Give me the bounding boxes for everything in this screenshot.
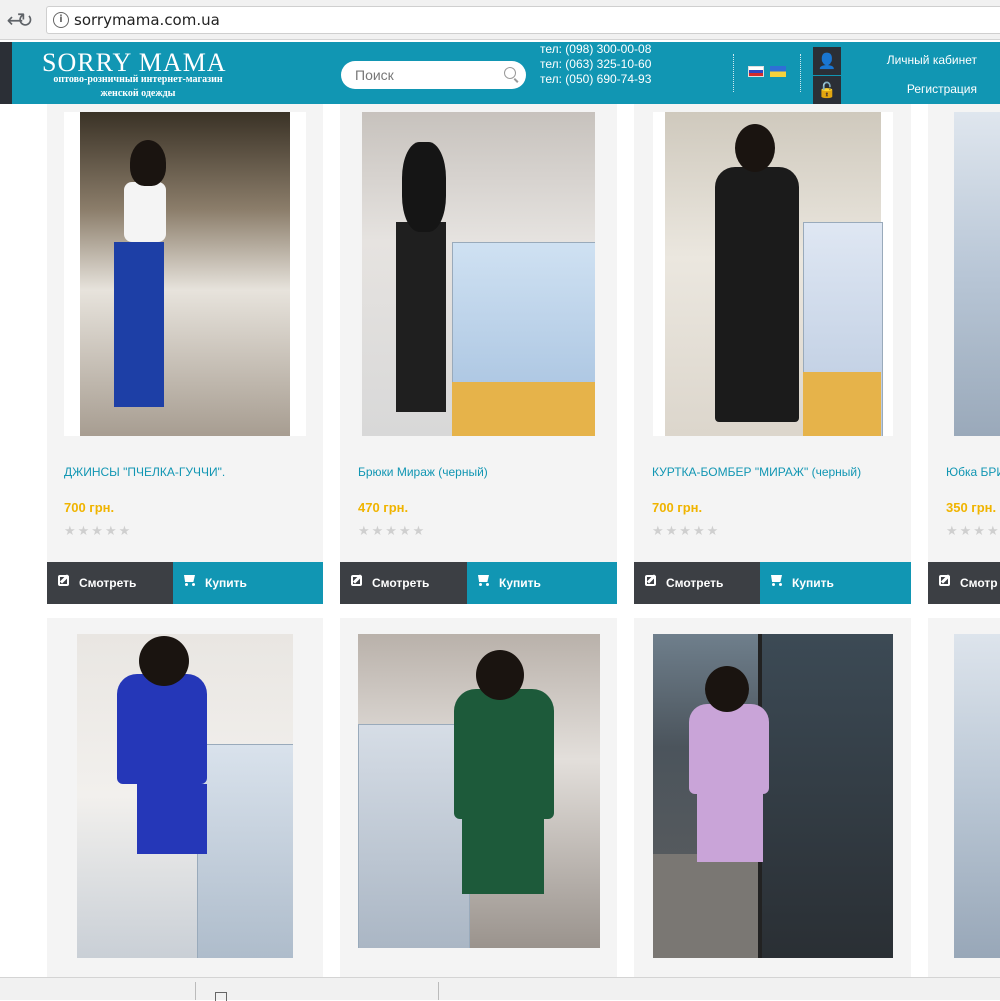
product-card: Брюки Мираж (черный) 470 грн. ★★★★★ Смот… bbox=[340, 104, 617, 604]
lock-icon[interactable]: 🔓 bbox=[813, 76, 841, 104]
product-image[interactable] bbox=[954, 112, 1000, 436]
url-text[interactable]: sorrymama.com.ua bbox=[74, 11, 220, 29]
product-card: Юбка БРИ 350 грн. ★★★★★ Смотр bbox=[928, 104, 1000, 604]
search-box bbox=[341, 61, 526, 89]
browser-download-bar bbox=[0, 977, 1000, 1001]
view-button-label: Смотреть bbox=[666, 576, 724, 590]
buy-button[interactable]: Купить bbox=[467, 562, 617, 604]
product-price: 700 грн. bbox=[64, 500, 115, 515]
edit-icon bbox=[645, 575, 656, 586]
user-icon[interactable]: 👤 bbox=[813, 47, 841, 75]
product-card bbox=[634, 618, 911, 978]
product-card bbox=[340, 618, 617, 978]
phone-2: тел: (063) 325-10-60 bbox=[540, 57, 652, 71]
browser-toolbar: ← ↻ i sorrymama.com.ua bbox=[0, 0, 1000, 40]
product-title[interactable]: Юбка БРИ bbox=[946, 465, 1000, 479]
product-image[interactable] bbox=[362, 112, 595, 436]
product-image[interactable] bbox=[64, 112, 306, 436]
register-link[interactable]: Регистрация bbox=[907, 82, 977, 96]
rating-stars[interactable]: ★★★★★ bbox=[358, 524, 426, 539]
cart-icon bbox=[476, 575, 490, 586]
header-divider bbox=[733, 54, 734, 92]
edit-icon bbox=[939, 575, 950, 586]
ukrainian-flag-icon[interactable] bbox=[770, 66, 786, 77]
phone-1: тел: (098) 300-00-08 bbox=[540, 42, 652, 56]
product-price: 700 грн. bbox=[652, 500, 703, 515]
header-divider bbox=[800, 54, 801, 92]
cart-icon bbox=[769, 575, 783, 586]
product-image[interactable] bbox=[653, 634, 893, 958]
product-image[interactable] bbox=[77, 634, 293, 958]
product-card: КУРТКА-БОМБЕР "МИРАЖ" (черный) 700 грн. … bbox=[634, 104, 911, 604]
product-price: 350 грн. bbox=[946, 500, 997, 515]
edit-icon bbox=[351, 575, 362, 586]
bar-separator bbox=[195, 982, 196, 1000]
russian-flag-icon[interactable] bbox=[748, 66, 764, 77]
product-title[interactable]: ДЖИНСЫ "ПЧЕЛКА-ГУЧЧИ". bbox=[64, 465, 225, 479]
product-title[interactable]: КУРТКА-БОМБЕР "МИРАЖ" (черный) bbox=[652, 465, 861, 479]
address-bar[interactable]: i sorrymama.com.ua bbox=[46, 6, 1000, 34]
buy-button[interactable]: Купить bbox=[760, 562, 911, 604]
logo-tagline: оптово-розничный интернет-магазин bbox=[53, 74, 223, 85]
cart-icon bbox=[182, 575, 196, 586]
phone-list: тел: (098) 300-00-08 тел: (063) 325-10-6… bbox=[540, 42, 651, 87]
view-button[interactable]: Смотр bbox=[928, 562, 1000, 604]
search-input[interactable] bbox=[355, 65, 495, 85]
product-card bbox=[928, 618, 1000, 978]
product-card: ДЖИНСЫ "ПЧЕЛКА-ГУЧЧИ". 700 грн. ★★★★★ См… bbox=[47, 104, 323, 604]
product-image[interactable] bbox=[954, 634, 1000, 958]
product-card bbox=[47, 618, 323, 978]
account-link[interactable]: Личный кабинет bbox=[887, 53, 977, 67]
product-image[interactable] bbox=[653, 112, 893, 436]
search-icon[interactable] bbox=[504, 67, 516, 79]
view-button[interactable]: Смотреть bbox=[634, 562, 760, 604]
view-button-label: Смотреть bbox=[79, 576, 137, 590]
buy-button[interactable]: Купить bbox=[173, 562, 323, 604]
product-price: 470 грн. bbox=[358, 500, 409, 515]
logo-tagline-2: женской одежды bbox=[100, 88, 176, 99]
header-left-strip bbox=[0, 42, 12, 104]
view-button[interactable]: Смотреть bbox=[47, 562, 173, 604]
site-info-icon[interactable]: i bbox=[53, 12, 69, 28]
view-button-label: Смотр bbox=[960, 576, 998, 590]
edit-icon bbox=[58, 575, 69, 586]
buy-button-label: Купить bbox=[792, 576, 834, 590]
rating-stars[interactable]: ★★★★★ bbox=[946, 524, 1000, 539]
site-header: SORRY MAMA оптово-розничный интернет-маг… bbox=[0, 42, 1000, 104]
view-button-label: Смотреть bbox=[372, 576, 430, 590]
product-title[interactable]: Брюки Мираж (черный) bbox=[358, 465, 488, 479]
reload-icon[interactable]: ↻ bbox=[14, 9, 36, 31]
rating-stars[interactable]: ★★★★★ bbox=[64, 524, 132, 539]
buy-button-label: Купить bbox=[499, 576, 541, 590]
rating-stars[interactable]: ★★★★★ bbox=[652, 524, 720, 539]
buy-button-label: Купить bbox=[205, 576, 247, 590]
bar-separator bbox=[438, 982, 439, 1000]
phone-3: тел: (050) 690-74-93 bbox=[540, 72, 652, 86]
product-image[interactable] bbox=[358, 634, 600, 948]
view-button[interactable]: Смотреть bbox=[340, 562, 467, 604]
